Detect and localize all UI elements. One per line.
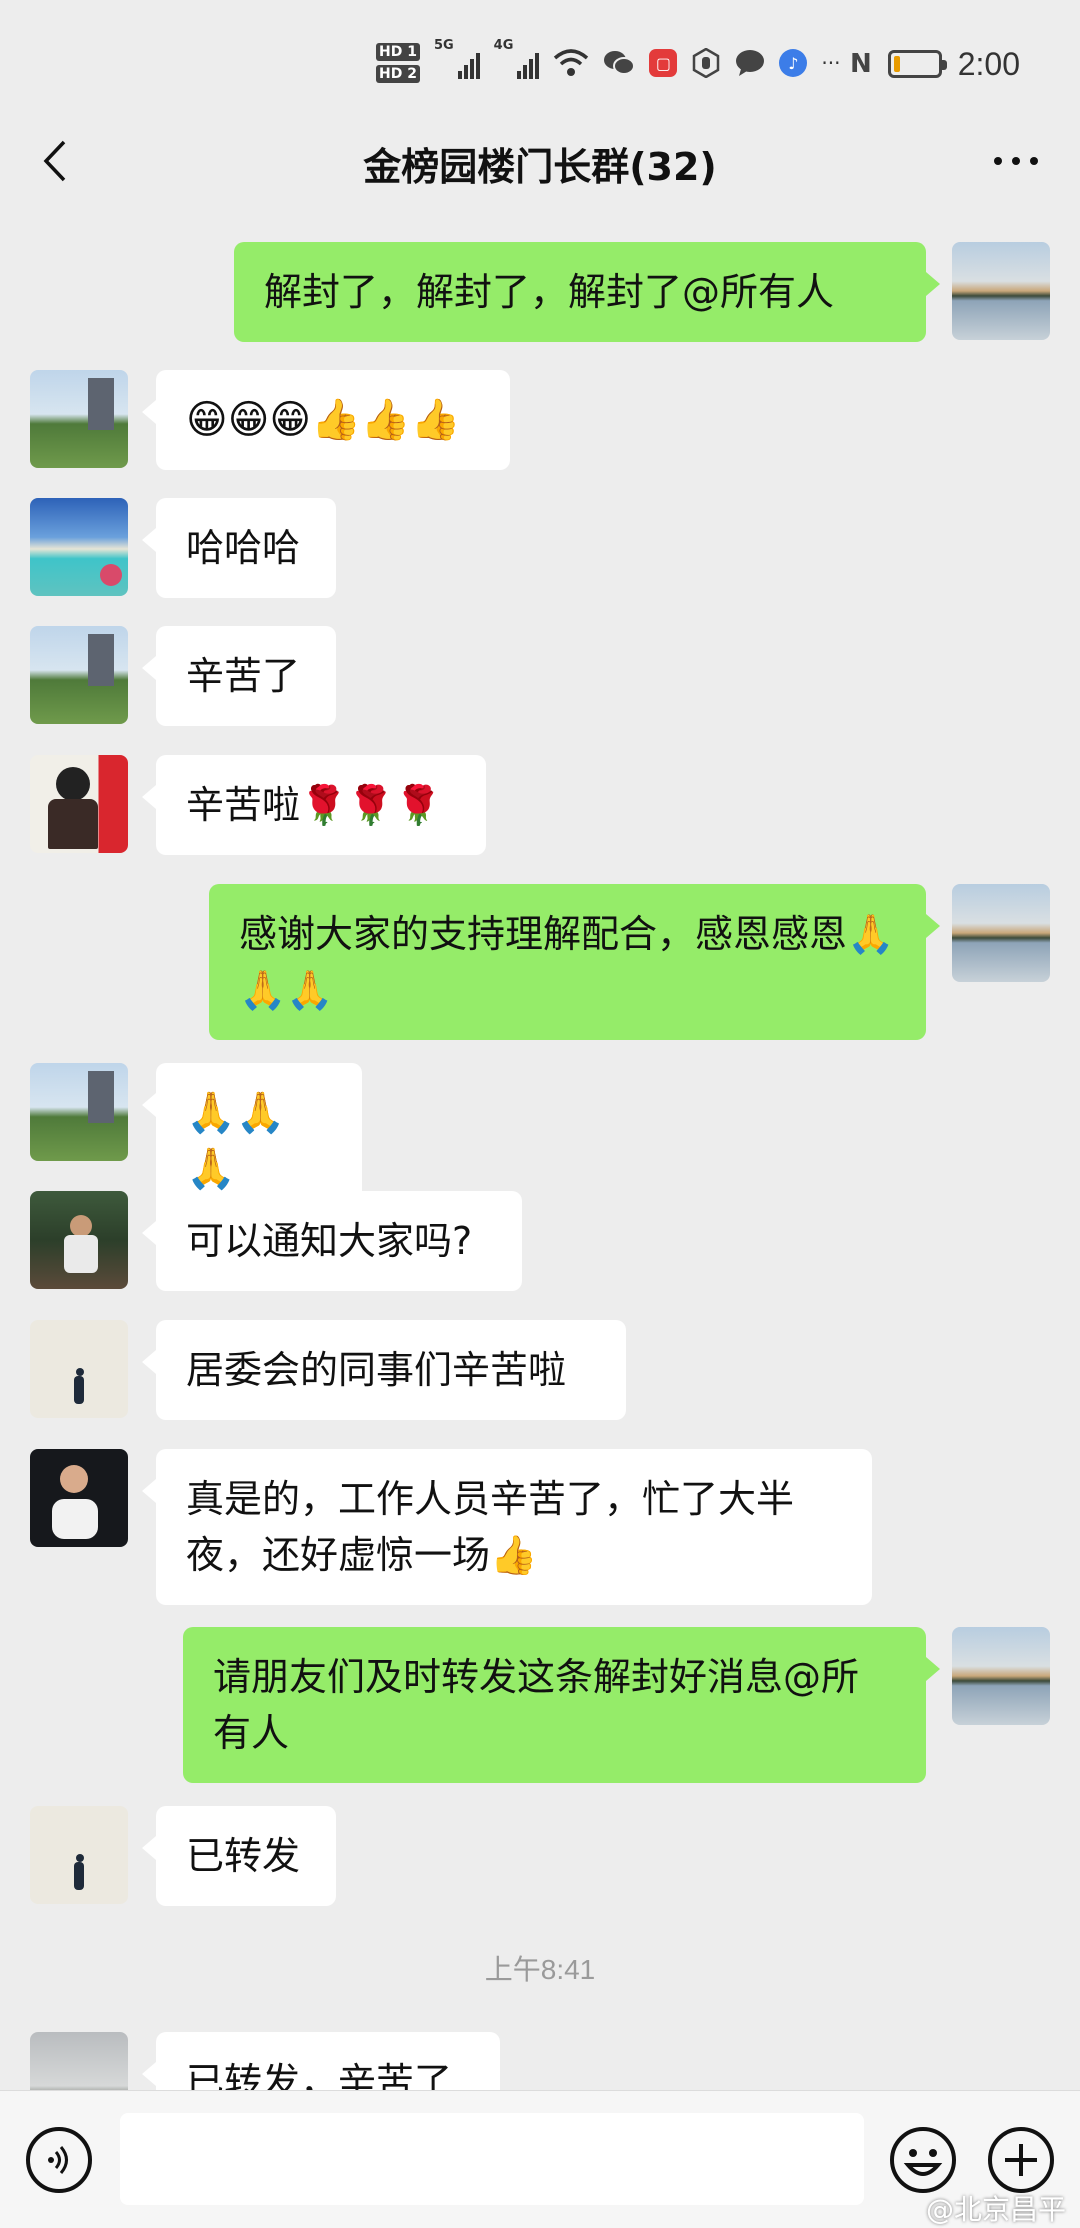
message-bubble[interactable]: 居委会的同事们辛苦啦 <box>142 1320 626 1420</box>
message-bubble[interactable]: 哈哈哈 <box>142 498 336 598</box>
status-icons: HD 1 HD 2 5G 4G ▢ ♪ ··· <box>376 38 840 88</box>
avatar[interactable] <box>30 1063 128 1161</box>
more-notifications-icon: ··· <box>821 51 841 75</box>
notes-app-icon: ▢ <box>649 49 678 77</box>
avatar[interactable] <box>952 242 1050 340</box>
avatar[interactable] <box>30 1191 128 1289</box>
avatar[interactable] <box>952 1627 1050 1725</box>
avatar[interactable] <box>30 498 128 596</box>
battery-level <box>893 56 900 72</box>
message-timestamp: 上午8:41 <box>484 1954 596 1985</box>
avatar[interactable] <box>30 1320 128 1418</box>
chat-title: 金榜园楼门长群(32) <box>363 145 717 189</box>
status-right: N 2:00 <box>850 42 1020 86</box>
message-bubble[interactable]: 辛苦啦🌹🌹🌹 <box>142 755 486 855</box>
music-app-icon: ♪ <box>779 49 808 77</box>
message-bubble[interactable]: 真是的，工作人员辛苦了，忙了大半夜，还好虚惊一场👍 <box>142 1449 872 1605</box>
message-bubble[interactable]: 可以通知大家吗? <box>142 1191 522 1291</box>
emoji-button[interactable] <box>888 2125 958 2195</box>
nfc-icon: N <box>849 49 872 79</box>
message-bubble[interactable]: 辛苦了 <box>142 626 336 726</box>
more-dot <box>1030 157 1038 165</box>
more-dot <box>1012 157 1020 165</box>
hd2-badge: HD 2 <box>376 65 420 83</box>
signal-icon <box>517 47 540 79</box>
voice-icon <box>48 2146 68 2174</box>
network-4g-label: 4G <box>493 38 514 53</box>
message-input[interactable] <box>120 2113 864 2205</box>
emoji-smile-icon <box>890 2127 956 2193</box>
clock: 2:00 <box>957 45 1020 82</box>
voice-button[interactable] <box>26 2127 92 2193</box>
wifi-icon <box>554 49 589 76</box>
message-bubble[interactable]: 请朋友们及时转发这条解封好消息@所有人 <box>183 1627 940 1783</box>
avatar[interactable] <box>30 1449 128 1547</box>
more-button[interactable] <box>984 140 1048 182</box>
plus-button[interactable] <box>986 2125 1056 2195</box>
status-bar: HD 1 HD 2 5G 4G ▢ ♪ ··· N 2:00 <box>0 0 1080 120</box>
battery-icon <box>887 50 947 78</box>
more-dots-icon <box>994 157 1002 165</box>
hand-icon <box>693 48 720 78</box>
message-bubble[interactable]: 已转发 <box>142 1806 336 1906</box>
avatar[interactable] <box>952 884 1050 982</box>
avatar[interactable] <box>30 1806 128 1904</box>
message-bubble[interactable]: 😁😁😁👍👍👍 <box>142 370 510 470</box>
avatar[interactable] <box>30 755 128 853</box>
chat-header: 金榜园楼门长群(32) <box>0 118 1080 204</box>
avatar[interactable] <box>30 626 128 724</box>
network-5g-label: 5G <box>433 38 454 53</box>
wechat-icon <box>604 51 636 75</box>
signal-icon <box>457 47 480 79</box>
message-bubble[interactable]: 感谢大家的支持理解配合，感恩感恩🙏🙏🙏 <box>209 884 940 1040</box>
message-bubble[interactable]: 解封了，解封了，解封了@所有人 <box>234 242 940 342</box>
hd-badges: HD 1 HD 2 <box>376 43 420 83</box>
hd1-badge: HD 1 <box>376 43 420 61</box>
input-bar <box>0 2090 1080 2228</box>
avatar[interactable] <box>30 370 128 468</box>
message-bubble-icon <box>736 50 765 76</box>
plus-circle-icon <box>988 2127 1054 2193</box>
weibo-watermark: @北京昌平 <box>925 2193 1066 2226</box>
